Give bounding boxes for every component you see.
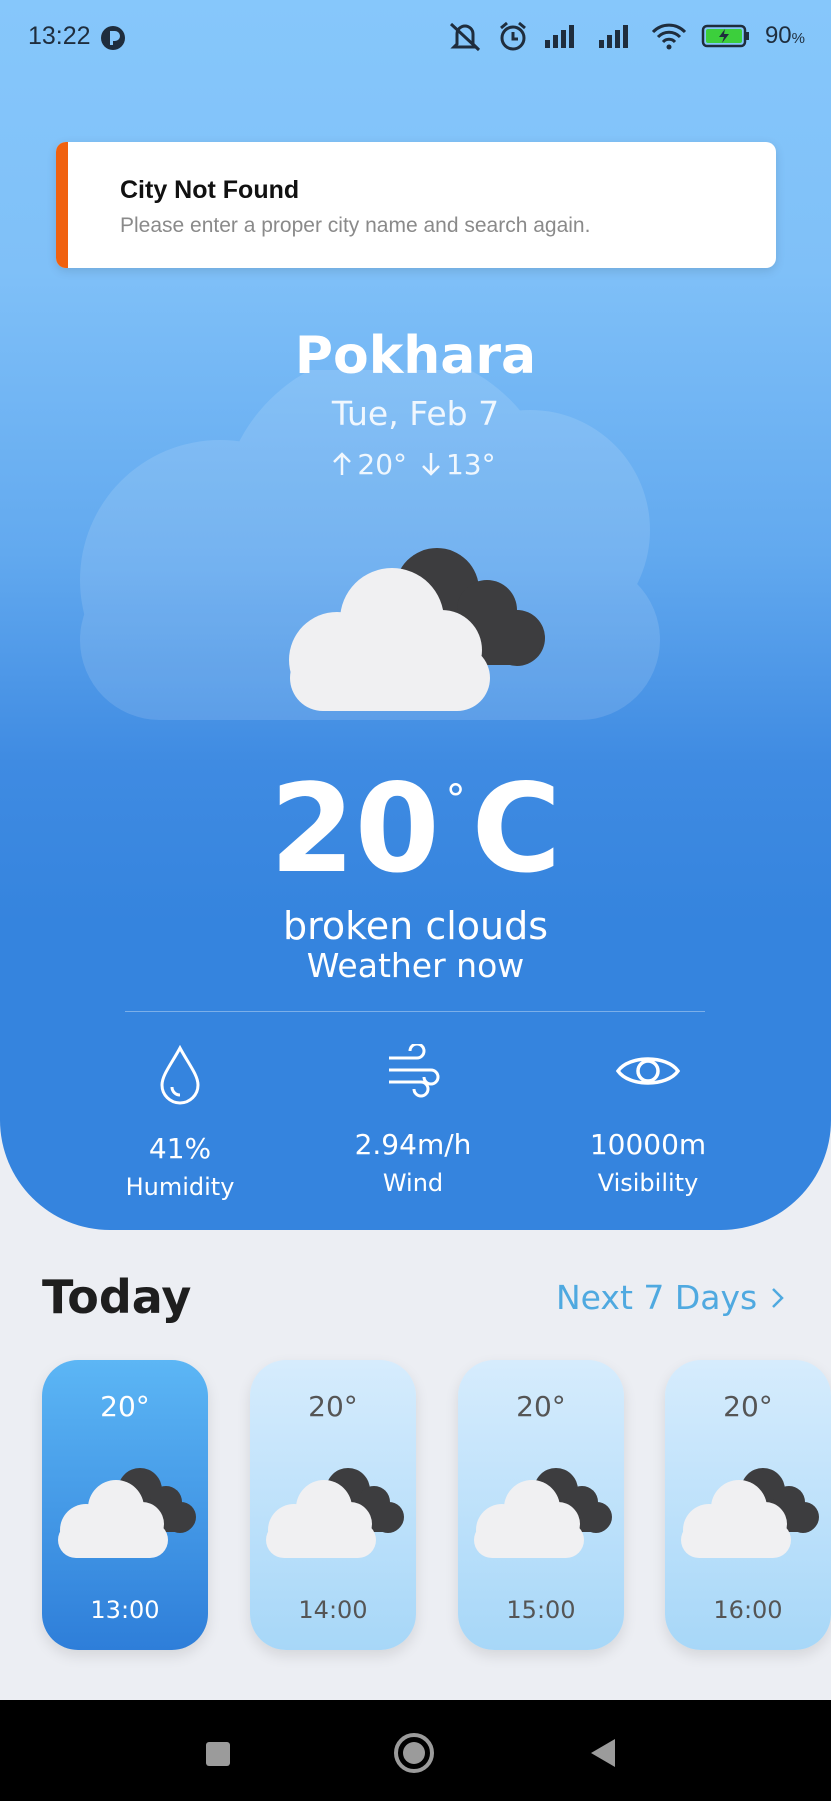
- status-icons: 90%: [447, 20, 805, 52]
- today-heading: Today: [42, 1270, 192, 1324]
- battery-percent: 90%: [764, 22, 805, 49]
- visibility-value: 10000m: [589, 1128, 707, 1161]
- arrow-down-icon: [422, 453, 440, 476]
- toast-accent-bar: [56, 142, 68, 268]
- wind-label: Wind: [382, 1169, 444, 1197]
- droplet-icon: [160, 1045, 200, 1105]
- wind-value: 2.94m/h: [354, 1128, 472, 1161]
- hour-card-1600[interactable]: 20° 16:00: [665, 1360, 831, 1650]
- broken-clouds-icon: [289, 548, 545, 711]
- hour-temp: 20°: [516, 1390, 566, 1423]
- humidity-label: Humidity: [125, 1173, 235, 1201]
- eye-icon: [615, 1057, 681, 1085]
- hour-card-1500[interactable]: 20° 15:00: [458, 1360, 624, 1650]
- hour-temp: 20°: [723, 1390, 773, 1423]
- visibility-stat: 10000m Visibility: [528, 1036, 768, 1197]
- toast-title: City Not Found: [120, 176, 300, 204]
- high-low-temps: 20° 13°: [0, 448, 831, 481]
- divider: [125, 1011, 705, 1012]
- hour-temp: 20°: [308, 1390, 358, 1423]
- hour-card-1300[interactable]: 20° 13:00: [42, 1360, 208, 1650]
- humidity-value: 41%: [148, 1132, 212, 1165]
- hour-time: 14:00: [298, 1596, 368, 1624]
- home-circle-icon[interactable]: [393, 1732, 435, 1774]
- hour-time: 16:00: [713, 1596, 783, 1624]
- hour-time: 13:00: [90, 1596, 160, 1624]
- hour-time: 15:00: [506, 1596, 576, 1624]
- toast-message: Please enter a proper city name and sear…: [120, 214, 591, 237]
- wind-stat: 2.94m/h Wind: [293, 1036, 533, 1197]
- wifi-icon: [651, 23, 687, 50]
- hour-temp: 20°: [100, 1390, 150, 1423]
- wind-icon: [389, 1044, 440, 1098]
- broken-clouds-icon: [266, 1468, 404, 1558]
- current-temperature: 20 °C: [269, 758, 562, 900]
- weather-description: broken clouds: [282, 904, 549, 948]
- back-triangle-icon[interactable]: [588, 1737, 618, 1769]
- high-temp: 20°: [357, 448, 408, 481]
- current-date: Tue, Feb 7: [331, 394, 500, 433]
- broken-clouds-icon: [681, 1468, 819, 1558]
- broken-clouds-icon: [58, 1468, 196, 1558]
- broken-clouds-icon: [474, 1468, 612, 1558]
- battery-icon: [701, 24, 749, 48]
- low-temp: 13°: [445, 448, 496, 481]
- error-toast[interactable]: City Not Found Please enter a proper cit…: [56, 142, 776, 268]
- arrow-up-icon: [333, 452, 352, 475]
- navigation-bar: [0, 1700, 831, 1801]
- app-notification-icon: [101, 26, 125, 50]
- next-7-days-label: Next 7 Days: [556, 1278, 758, 1317]
- signal-icon: [544, 25, 574, 48]
- humidity-stat: 41% Humidity: [60, 1040, 300, 1201]
- city-name: Pokhara: [294, 326, 537, 386]
- mute-icon: [449, 22, 480, 52]
- chevron-right-icon: [772, 1287, 784, 1308]
- signal-icon-2: [598, 25, 628, 48]
- weather-subtitle: Weather now: [306, 946, 525, 985]
- status-time: 13:22: [28, 22, 91, 50]
- recents-square-icon[interactable]: [204, 1740, 232, 1768]
- status-bar: 13:22 90%: [0, 0, 831, 76]
- alarm-icon: [499, 21, 526, 51]
- hour-card-1400[interactable]: 20° 14:00: [250, 1360, 416, 1650]
- next-7-days-link[interactable]: Next 7 Days: [556, 1278, 785, 1317]
- visibility-label: Visibility: [597, 1169, 699, 1197]
